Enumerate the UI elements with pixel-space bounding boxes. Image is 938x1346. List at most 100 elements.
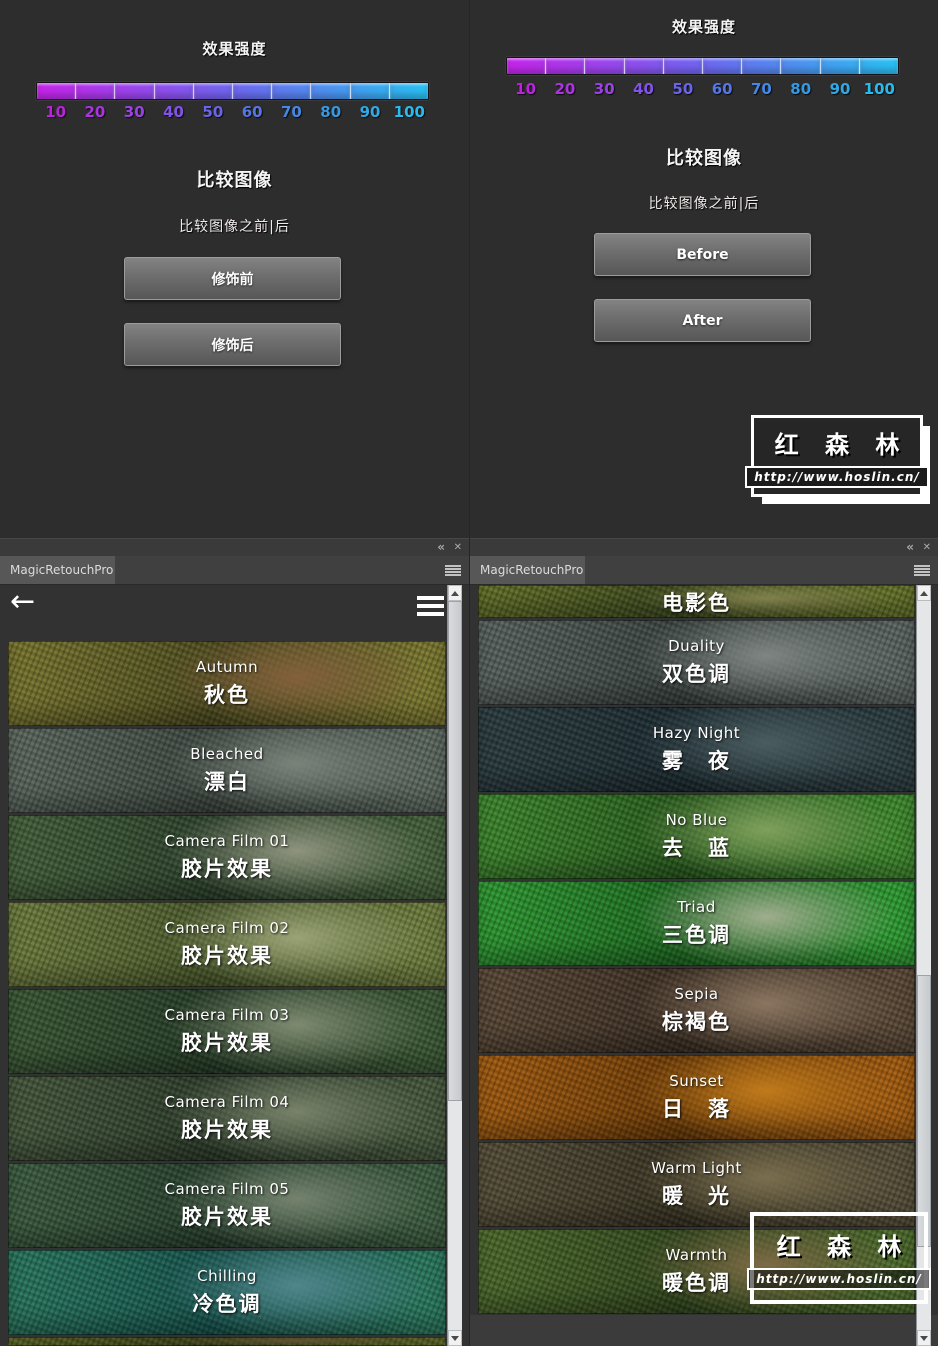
back-arrow-icon[interactable]: ←: [10, 585, 35, 619]
preset-item[interactable]: Bleached 漂白: [8, 728, 446, 813]
watermark-name: 红 森 林: [776, 1232, 911, 1261]
list-header: ←: [0, 585, 469, 641]
strength-tick-labels: 10 20 30 40 50 60 70 80 90 100: [506, 80, 899, 98]
strength-gradient-bar[interactable]: [506, 57, 899, 75]
scroll-down-button[interactable]: [448, 1330, 462, 1346]
preset-name-en: Camera Film 03: [164, 1006, 290, 1024]
strength-tick[interactable]: 70: [742, 80, 781, 98]
plugin-panel-left: « ✕ MagicRetouchPro ← Autumn 秋色 Bleached…: [0, 538, 469, 1346]
preset-name-zh: 三色调: [662, 923, 731, 947]
strength-tick[interactable]: 100: [390, 103, 429, 121]
strength-tick[interactable]: 40: [624, 80, 663, 98]
strength-tick[interactable]: 30: [115, 103, 154, 121]
strength-tick[interactable]: 40: [154, 103, 193, 121]
panel-tab[interactable]: MagicRetouchPro: [470, 556, 585, 584]
close-panel-icon[interactable]: ✕: [923, 539, 931, 557]
strength-section-left: 效果强度 10 20 30 40 50 60 70 80 90 100 比较图像 比较图像之前|后…: [0, 0, 469, 538]
preset-item[interactable]: Sunset 日 落: [478, 1055, 915, 1140]
strength-section-right: 效果强度 10 20 30 40 50 60 70 80 90 100 比较图像 比较图像之前|后…: [469, 0, 938, 538]
strength-title: 效果强度: [202, 40, 267, 58]
scroll-down-button[interactable]: [917, 1330, 931, 1346]
preset-item[interactable]: Camera Film 02 胶片效果: [8, 902, 446, 987]
strength-tick[interactable]: 10: [36, 103, 75, 121]
scrollbar[interactable]: [447, 585, 462, 1346]
preset-name-zh: 双色调: [662, 662, 731, 686]
preset-name-en: Hazy Night: [652, 724, 741, 742]
preset-name-en: Warmth: [665, 1246, 728, 1264]
close-panel-icon[interactable]: ✕: [454, 539, 462, 557]
preset-item[interactable]: Camera Film 05 胶片效果: [8, 1163, 446, 1248]
preset-name-en: Warm Light: [651, 1159, 742, 1177]
preset-item-partial[interactable]: 电影色: [478, 585, 915, 618]
panel-tab-row: MagicRetouchPro: [470, 556, 938, 585]
panel-tab[interactable]: MagicRetouchPro: [0, 556, 115, 584]
strength-tick[interactable]: 20: [545, 80, 584, 98]
preset-item[interactable]: Camera Film 04 胶片效果: [8, 1076, 446, 1161]
strength-tick[interactable]: 80: [311, 103, 350, 121]
preset-name-zh: 胶片效果: [181, 857, 273, 881]
scrollbar-thumb[interactable]: [917, 975, 931, 1247]
scroll-up-button[interactable]: [917, 585, 931, 601]
preset-name-zh: 去 蓝: [662, 836, 731, 860]
before-button[interactable]: Before: [594, 233, 811, 276]
after-button[interactable]: 修饰后: [124, 323, 341, 366]
preset-item[interactable]: Camera Film 01 胶片效果: [8, 815, 446, 900]
strength-tick[interactable]: 90: [350, 103, 389, 121]
preset-item-partial[interactable]: [8, 1337, 446, 1346]
strength-title: 效果强度: [671, 18, 736, 36]
before-button[interactable]: 修饰前: [124, 257, 341, 300]
strength-tick[interactable]: 60: [702, 80, 741, 98]
panel-menu-icon[interactable]: [445, 565, 461, 576]
preset-name-en: Camera Film 05: [164, 1180, 290, 1198]
strength-tick[interactable]: 60: [232, 103, 271, 121]
preset-name-zh: 暖 光: [662, 1184, 731, 1208]
preset-name-zh: 棕褐色: [662, 1010, 731, 1034]
preset-name-zh: 胶片效果: [181, 1031, 273, 1055]
panel-chrome: « ✕: [0, 538, 469, 556]
preset-name-en: Sunset: [669, 1072, 724, 1090]
compare-subtitle: 比较图像之前|后: [179, 219, 290, 235]
strength-tick[interactable]: 50: [193, 103, 232, 121]
panel-tab-row: MagicRetouchPro: [0, 556, 469, 585]
preset-item[interactable]: Sepia 棕褐色: [478, 968, 915, 1053]
preset-name-zh: 胶片效果: [181, 1205, 273, 1229]
scrollbar-thumb[interactable]: [448, 601, 462, 1101]
after-button[interactable]: After: [594, 299, 811, 342]
preset-name-en: No Blue: [665, 811, 728, 829]
strength-gradient-bar[interactable]: [36, 82, 429, 100]
preset-item[interactable]: Triad 三色调: [478, 881, 915, 966]
strength-tick[interactable]: 100: [860, 80, 899, 98]
preset-name-zh: 冷色调: [192, 1292, 262, 1316]
preset-item[interactable]: Hazy Night 雾 夜: [478, 707, 915, 792]
preset-name-en: Camera Film 01: [164, 832, 290, 850]
preset-item[interactable]: Camera Film 03 胶片效果: [8, 989, 446, 1074]
scroll-up-button[interactable]: [448, 585, 462, 601]
strength-tick[interactable]: 70: [272, 103, 311, 121]
panel-chrome: « ✕: [470, 538, 938, 556]
preset-list-wrap: 电影色: [478, 585, 915, 620]
preset-item[interactable]: No Blue 去 蓝: [478, 794, 915, 879]
preset-name-en: Sepia: [674, 985, 719, 1003]
watermark-name: 红 森 林: [774, 430, 909, 459]
strength-tick[interactable]: 10: [506, 80, 545, 98]
collapse-panel-icon[interactable]: «: [437, 539, 445, 557]
watermark-url: http://www.hoslin.cn/: [745, 465, 929, 488]
strength-tick[interactable]: 20: [75, 103, 114, 121]
strength-tick-labels: 10 20 30 40 50 60 70 80 90 100: [36, 103, 429, 121]
panel-menu-icon[interactable]: [914, 565, 930, 576]
strength-tick[interactable]: 80: [781, 80, 820, 98]
hamburger-menu-icon[interactable]: [417, 596, 444, 616]
preset-item[interactable]: Duality 双色调: [478, 620, 915, 705]
preset-item[interactable]: Chilling 冷色调: [8, 1250, 446, 1335]
strength-tick[interactable]: 90: [820, 80, 859, 98]
watermark-box: 红 森 林 http://www.hoslin.cn/: [747, 1212, 931, 1304]
preset-item[interactable]: Autumn 秋色: [8, 641, 446, 726]
collapse-panel-icon[interactable]: «: [906, 539, 914, 557]
triangle-down-icon: [920, 1335, 928, 1341]
strength-tick[interactable]: 30: [585, 80, 624, 98]
preset-name-en: Autumn: [195, 658, 259, 676]
watermark-url: http://www.hoslin.cn/: [747, 1267, 931, 1290]
preset-name-en: Bleached: [190, 745, 264, 763]
strength-tick[interactable]: 50: [663, 80, 702, 98]
preset-name-en: Chilling: [197, 1267, 257, 1285]
